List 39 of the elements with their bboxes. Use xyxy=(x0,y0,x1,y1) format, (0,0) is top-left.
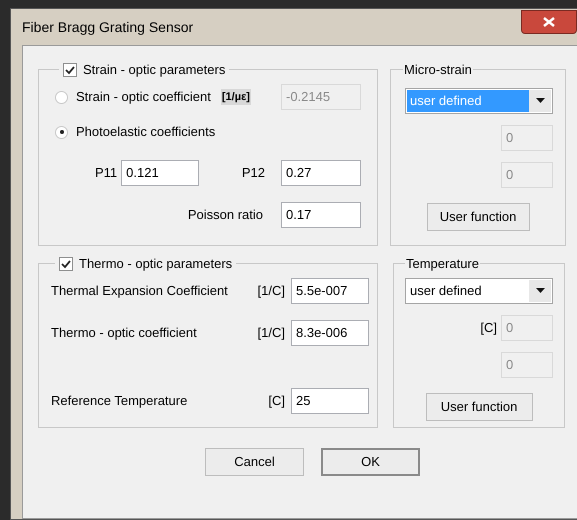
unit-label: [1/µε] xyxy=(220,88,251,106)
push-button[interactable]: OK xyxy=(321,448,420,476)
field-label: Poisson ratio xyxy=(188,206,263,224)
close-button[interactable] xyxy=(521,10,577,34)
group-label: Strain - optic parameters xyxy=(83,61,226,79)
field-label: Reference Temperature xyxy=(51,392,188,410)
radio-label: Strain - optic coefficient xyxy=(76,88,211,106)
unit-label: [C] xyxy=(268,392,285,410)
unit-label: [1/C] xyxy=(258,282,285,300)
field-label: Thermo - optic coefficient xyxy=(51,324,197,342)
radio-button[interactable] xyxy=(55,90,68,104)
field-label: Thermal Expansion Coefficient xyxy=(51,282,228,300)
input-field[interactable]: 0.121 xyxy=(121,160,200,186)
input-field[interactable]: 5.5e-007 xyxy=(291,278,369,304)
group-label: Thermo - optic parameters xyxy=(79,255,232,273)
checkbox[interactable] xyxy=(63,62,77,77)
push-button[interactable]: Cancel xyxy=(205,448,304,476)
checkmark-icon xyxy=(65,64,75,75)
checkmark-icon xyxy=(61,258,71,269)
unit-label: [1/C] xyxy=(258,324,285,342)
input-field[interactable]: 25 xyxy=(291,388,369,414)
input-field[interactable]: 0.27 xyxy=(281,160,361,186)
input-field[interactable]: 0.17 xyxy=(281,202,361,228)
group-label: Micro-strain xyxy=(403,61,473,79)
push-button[interactable]: User function xyxy=(426,392,532,420)
dropdown[interactable]: user defined xyxy=(405,278,553,304)
radio-label: Photoelastic coefficients xyxy=(76,123,216,142)
input-field[interactable]: 8.3e-006 xyxy=(291,320,369,346)
dropdown-value: user defined xyxy=(407,90,529,112)
field-label: P11 xyxy=(95,164,118,182)
close-icon xyxy=(543,17,555,27)
checkbox[interactable] xyxy=(59,256,73,271)
radio-button[interactable] xyxy=(55,126,68,138)
unit-label: [C] xyxy=(480,318,497,337)
field-label: P12 xyxy=(242,164,265,182)
dropdown-value: user defined xyxy=(409,282,483,300)
group-label: Temperature xyxy=(405,255,480,273)
push-button[interactable]: User function xyxy=(426,202,530,230)
window-title: Fiber Bragg Grating Sensor xyxy=(22,18,194,37)
